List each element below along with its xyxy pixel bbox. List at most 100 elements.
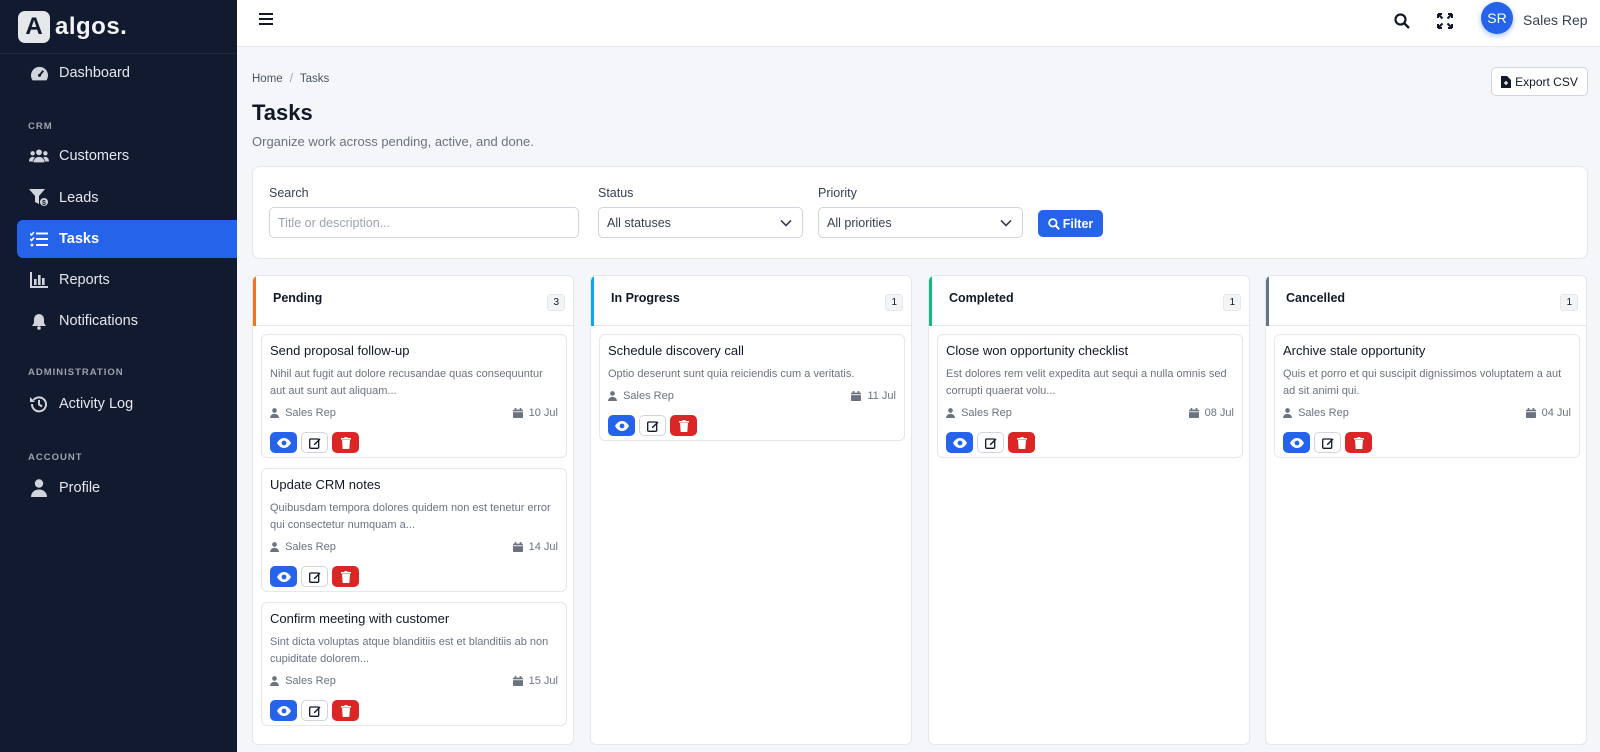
task-card[interactable]: Close won opportunity checklist Est dolor… bbox=[937, 334, 1243, 458]
task-meta: Sales Rep 14 Jul bbox=[270, 541, 558, 553]
sidebar-item-reports[interactable]: Reports bbox=[17, 261, 237, 299]
fullscreen-icon[interactable] bbox=[1434, 10, 1456, 32]
edit-task-button[interactable] bbox=[301, 432, 328, 453]
chart-bar-icon bbox=[29, 270, 49, 290]
calendar-icon bbox=[512, 676, 526, 686]
filter-button-label: Filter bbox=[1062, 216, 1094, 231]
task-description: Est dolores rem velit expedita aut sequi… bbox=[946, 368, 1227, 397]
trash-icon bbox=[340, 704, 351, 717]
avatar[interactable]: SR bbox=[1481, 2, 1513, 34]
view-task-button[interactable] bbox=[608, 415, 635, 436]
column-accent bbox=[591, 276, 594, 326]
user-icon bbox=[270, 542, 282, 552]
user-icon bbox=[29, 478, 49, 498]
task-card[interactable]: Update CRM notes Quibusdam tempora dolore… bbox=[261, 468, 567, 592]
task-due-date: 10 Jul bbox=[528, 407, 558, 419]
brand-logo: A bbox=[18, 10, 50, 43]
column-count-badge: 1 bbox=[885, 294, 903, 311]
delete-task-button[interactable] bbox=[332, 700, 359, 721]
delete-task-button[interactable] bbox=[1008, 432, 1035, 453]
task-due-date: 08 Jul bbox=[1204, 407, 1234, 419]
delete-task-button[interactable] bbox=[670, 415, 697, 436]
priority-label: Priority bbox=[818, 186, 857, 200]
breadcrumb-home[interactable]: Home bbox=[252, 73, 283, 85]
nav-section-administration: ADMINISTRATION bbox=[28, 367, 124, 378]
column-count-badge: 3 bbox=[547, 294, 565, 311]
export-csv-button[interactable]: Export CSV bbox=[1491, 67, 1588, 96]
sidebar-item-dashboard[interactable]: Dashboard bbox=[17, 54, 237, 92]
edit-task-button[interactable] bbox=[1314, 432, 1341, 453]
task-owner: Sales Rep bbox=[1283, 407, 1349, 419]
task-title: Close won opportunity checklist bbox=[946, 343, 1129, 358]
task-owner-name: Sales Rep bbox=[285, 675, 336, 687]
task-card[interactable]: Archive stale opportunity Quis et porro e… bbox=[1274, 334, 1580, 458]
sidebar-item-leads[interactable]: $ Leads bbox=[17, 179, 237, 217]
user-icon bbox=[608, 391, 620, 401]
sidebar-item-profile[interactable]: Profile bbox=[17, 469, 237, 507]
menu-toggle-icon[interactable] bbox=[259, 12, 277, 30]
users-icon bbox=[29, 146, 49, 166]
edit-task-button[interactable] bbox=[301, 700, 328, 721]
kanban-column: Cancelled 1 Archive stale opportunity Quis … bbox=[1265, 275, 1587, 745]
sidebar-item-activity-log[interactable]: Activity Log bbox=[17, 385, 237, 423]
view-task-button[interactable] bbox=[270, 432, 297, 453]
view-task-button[interactable] bbox=[1283, 432, 1310, 453]
edit-task-button[interactable] bbox=[301, 566, 328, 587]
task-actions bbox=[608, 415, 697, 436]
task-due-date: 11 Jul bbox=[867, 390, 896, 402]
filter-button[interactable]: Filter bbox=[1038, 210, 1103, 237]
edit-icon bbox=[308, 571, 321, 583]
column-header: In Progress 1 bbox=[591, 276, 911, 326]
sidebar-item-tasks[interactable]: Tasks bbox=[17, 220, 237, 258]
task-card[interactable]: Confirm meeting with customer Sint dicta … bbox=[261, 602, 567, 726]
eye-icon bbox=[276, 705, 291, 716]
kanban-column: Completed 1 Close won opportunity checklis… bbox=[928, 275, 1250, 745]
edit-icon bbox=[308, 705, 321, 717]
task-meta: Sales Rep 11 Jul bbox=[608, 390, 896, 402]
sidebar-item-label: Dashboard bbox=[59, 65, 130, 81]
sidebar-item-label: Profile bbox=[59, 480, 101, 496]
task-due: 15 Jul bbox=[512, 675, 558, 687]
column-title: In Progress bbox=[611, 291, 680, 305]
trash-icon bbox=[1016, 436, 1027, 449]
delete-task-button[interactable] bbox=[332, 566, 359, 587]
user-name[interactable]: Sales Rep bbox=[1523, 12, 1588, 28]
eye-icon bbox=[614, 420, 629, 431]
topbar: SR Sales Rep bbox=[237, 0, 1600, 47]
brand[interactable]: A algos. bbox=[0, 0, 237, 54]
sidebar-item-label: Tasks bbox=[59, 231, 100, 247]
view-task-button[interactable] bbox=[946, 432, 973, 453]
task-due-date: 04 Jul bbox=[1541, 407, 1571, 419]
task-card[interactable]: Schedule discovery call Optio deserunt su… bbox=[599, 334, 905, 441]
search-input[interactable]: Title or description... bbox=[269, 207, 579, 238]
task-meta: Sales Rep 15 Jul bbox=[270, 675, 558, 687]
search-icon[interactable] bbox=[1391, 10, 1413, 32]
priority-select[interactable]: All priorities bbox=[818, 207, 1023, 238]
task-owner-name: Sales Rep bbox=[623, 390, 674, 402]
calendar-icon bbox=[512, 408, 526, 418]
delete-task-button[interactable] bbox=[1345, 432, 1372, 453]
calendar-icon bbox=[1525, 408, 1539, 418]
delete-task-button[interactable] bbox=[332, 432, 359, 453]
task-card[interactable]: Send proposal follow-up Nihil aut fugit a… bbox=[261, 334, 567, 458]
view-task-button[interactable] bbox=[270, 700, 297, 721]
priority-select-value: All priorities bbox=[827, 215, 892, 230]
column-count-badge: 1 bbox=[1560, 294, 1578, 311]
sidebar-item-label: Notifications bbox=[59, 313, 138, 329]
history-icon bbox=[29, 394, 49, 414]
task-due: 08 Jul bbox=[1188, 407, 1234, 419]
sidebar-item-customers[interactable]: Customers bbox=[17, 137, 237, 175]
column-title: Completed bbox=[949, 291, 1014, 305]
sidebar-item-notifications[interactable]: Notifications bbox=[17, 302, 237, 340]
chevron-down-icon bbox=[1000, 219, 1012, 227]
column-title: Pending bbox=[273, 291, 323, 305]
edit-task-button[interactable] bbox=[977, 432, 1004, 453]
breadcrumb: Home / Tasks bbox=[252, 73, 329, 85]
view-task-button[interactable] bbox=[270, 566, 297, 587]
task-title: Update CRM notes bbox=[270, 477, 381, 492]
column-header: Pending 3 bbox=[253, 276, 573, 326]
edit-task-button[interactable] bbox=[639, 415, 666, 436]
sidebar-item-label: Customers bbox=[59, 148, 130, 164]
status-select[interactable]: All statuses bbox=[598, 207, 803, 238]
edit-icon bbox=[308, 437, 321, 449]
